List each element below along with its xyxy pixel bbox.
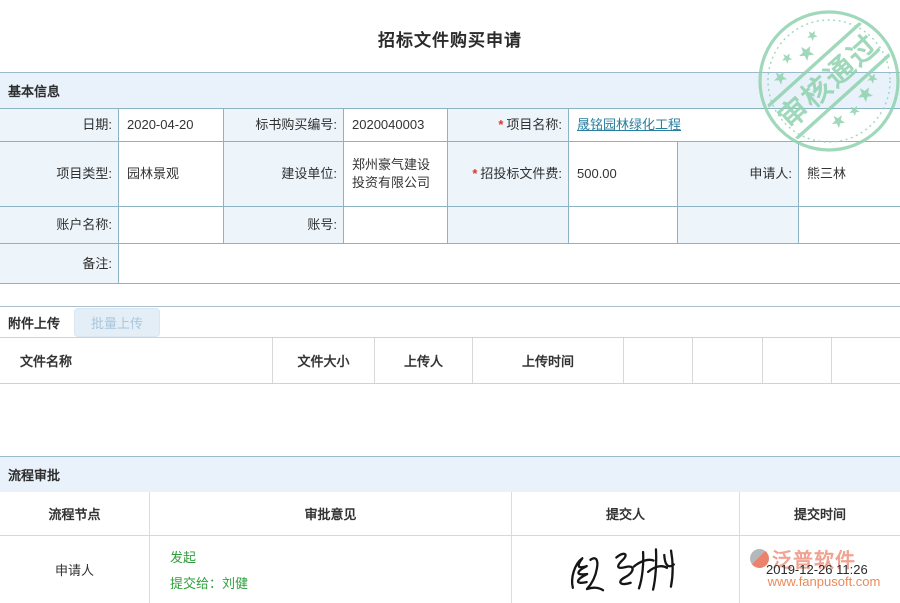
col-uploader: 上传人 [375, 338, 473, 383]
col-upload-time: 上传时间 [473, 338, 624, 383]
opinion-action: 发起 [170, 547, 196, 566]
section-approval: 流程审批 [0, 456, 900, 492]
bid-doc-no-value: 2020040003 [344, 109, 448, 142]
project-name-cell: 晟铭园林绿化工程 [569, 109, 900, 142]
opinion-submit-to: 提交给：刘健 [170, 573, 248, 592]
section-attachments-label: 附件上传 [8, 313, 60, 332]
approval-table-header: 流程节点 审批意见 提交人 提交时间 [0, 492, 900, 536]
empty-value-cell [799, 207, 900, 244]
form-header: 招标文件购买申请 审核通过 [0, 0, 900, 72]
col-approval-opinion: 审批意见 [150, 492, 512, 535]
signature-icon [562, 545, 690, 595]
submitter-signature: 熊三林 [512, 536, 740, 603]
project-name-link[interactable]: 晟铭园林绿化工程 [577, 116, 681, 134]
submit-time-cell: 泛普软件 www.fanpusoft.com 2019-12-26 11:26 [740, 536, 900, 603]
basic-info-table: 日期: 2020-04-20 标书购买编号: 2020040003 * 项目名称… [0, 108, 900, 284]
empty-label-cell [448, 207, 569, 244]
section-attachments: 附件上传 批量上传 [0, 306, 900, 337]
col-empty [763, 338, 832, 383]
account-no-value [344, 207, 448, 244]
bid-fee-label: * 招投标文件费: [448, 142, 569, 207]
col-empty [832, 338, 900, 383]
section-basic-info-label: 基本信息 [8, 81, 60, 100]
batch-upload-button[interactable]: 批量上传 [74, 308, 160, 337]
col-submit-time: 提交时间 [740, 492, 900, 535]
account-no-label: 账号: [224, 207, 344, 244]
section-basic-info: 基本信息 [0, 72, 900, 108]
project-type-label: 项目类型: [0, 142, 119, 207]
project-type-value: 园林景观 [119, 142, 224, 207]
required-mark: * [498, 116, 503, 134]
attachments-empty-area [0, 384, 900, 429]
approval-row: 申请人 发起 提交给：刘健 熊三林 泛普软件 www.fanpusoft.com… [0, 536, 900, 603]
empty-label-cell [678, 207, 799, 244]
col-file-size: 文件大小 [273, 338, 375, 383]
construction-unit-value: 郑州豪气建设投资有限公司 [344, 142, 448, 207]
account-name-value [119, 207, 224, 244]
date-label: 日期: [0, 109, 119, 142]
col-file-name: 文件名称 [0, 338, 273, 383]
col-submitter: 提交人 [512, 492, 740, 535]
section-approval-label: 流程审批 [8, 465, 60, 484]
bid-fee-value: 500.00 [569, 142, 678, 207]
date-value: 2020-04-20 [119, 109, 224, 142]
page-title: 招标文件购买申请 [0, 0, 900, 51]
project-name-label: * 项目名称: [448, 109, 569, 142]
construction-unit-label: 建设单位: [224, 142, 344, 207]
required-mark: * [472, 165, 477, 183]
submit-time-value: 2019-12-26 11:26 [766, 562, 868, 577]
applicant-value: 熊三林 [799, 142, 900, 207]
flow-node-value: 申请人 [0, 536, 150, 603]
remark-label: 备注: [0, 244, 119, 284]
col-empty [624, 338, 693, 383]
attachments-table-header: 文件名称 文件大小 上传人 上传时间 [0, 337, 900, 384]
empty-value-cell [569, 207, 678, 244]
col-empty [693, 338, 763, 383]
applicant-label: 申请人: [678, 142, 799, 207]
col-flow-node: 流程节点 [0, 492, 150, 535]
remark-value [119, 244, 900, 284]
approval-opinion-cell: 发起 提交给：刘健 [150, 536, 512, 603]
bid-doc-no-label: 标书购买编号: [224, 109, 344, 142]
account-name-label: 账户名称: [0, 207, 119, 244]
